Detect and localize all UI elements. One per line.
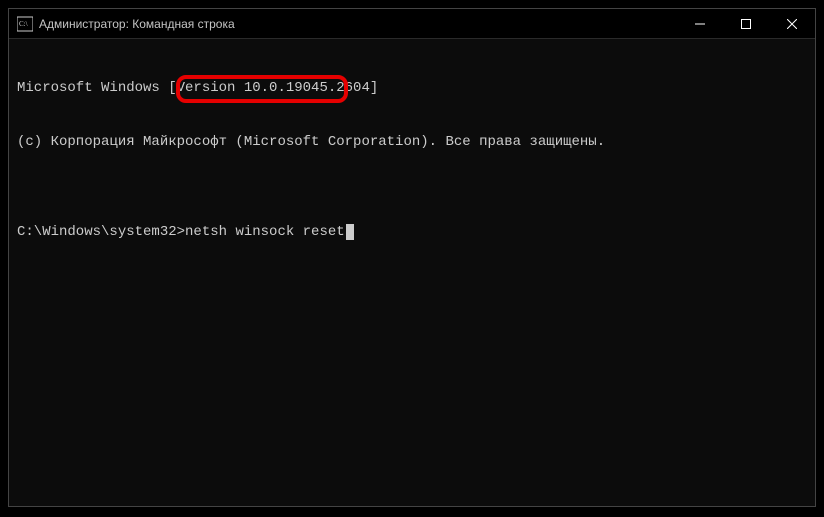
svg-text:C:\: C:\	[19, 20, 28, 28]
window-controls	[677, 9, 815, 38]
close-button[interactable]	[769, 9, 815, 38]
command-text: netsh winsock reset	[185, 224, 345, 240]
outer-frame: C:\ Администратор: Командная строка Micr…	[0, 0, 824, 517]
minimize-button[interactable]	[677, 9, 723, 38]
window-title: Администратор: Командная строка	[39, 17, 677, 31]
prompt-line: C:\Windows\system32>netsh winsock reset	[17, 223, 807, 241]
prompt-text: C:\Windows\system32>	[17, 224, 185, 240]
copyright-line: (c) Корпорация Майкрософт (Microsoft Cor…	[17, 133, 807, 151]
terminal-area[interactable]: Microsoft Windows [Version 10.0.19045.26…	[9, 39, 815, 506]
titlebar[interactable]: C:\ Администратор: Командная строка	[9, 9, 815, 39]
command-prompt-window: C:\ Администратор: Командная строка Micr…	[8, 8, 816, 507]
cmd-icon: C:\	[17, 16, 33, 32]
version-line: Microsoft Windows [Version 10.0.19045.26…	[17, 79, 807, 97]
maximize-button[interactable]	[723, 9, 769, 38]
cursor	[346, 224, 354, 240]
